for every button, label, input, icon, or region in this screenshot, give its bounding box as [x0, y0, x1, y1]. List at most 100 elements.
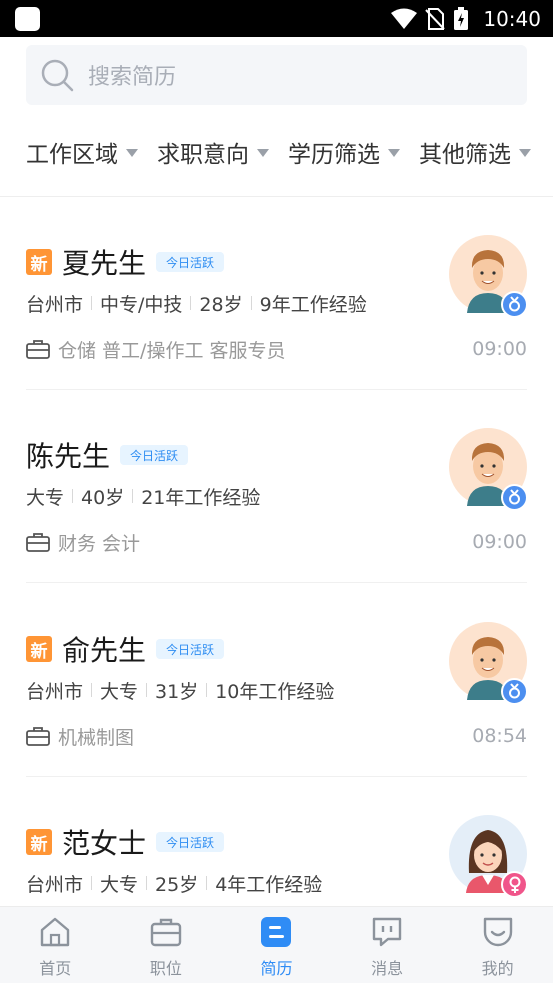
active-time: 08:54 — [472, 725, 527, 747]
tab-home[interactable]: 首页 — [0, 907, 111, 983]
filter-job-intention[interactable]: 求职意向 — [157, 135, 269, 169]
tab-jobs[interactable]: 职位 — [111, 907, 222, 983]
separator — [132, 489, 134, 503]
info-location: 台州市 — [26, 680, 84, 703]
caret-down-icon — [126, 149, 138, 157]
candidate-name: 俞先生 — [62, 634, 147, 667]
briefcase-icon — [150, 918, 182, 947]
search-input[interactable]: 搜索简历 — [26, 45, 527, 105]
job-intention-row: 财务 会计 — [26, 528, 140, 556]
info-location: 台州市 — [26, 873, 84, 896]
tab-resumes[interactable]: 简历 — [221, 907, 332, 983]
filter-label: 其他筛选 — [419, 142, 511, 168]
active-time: 09:00 — [472, 531, 527, 553]
male-icon — [501, 291, 528, 318]
separator — [91, 683, 93, 697]
separator — [206, 876, 208, 890]
status-time: 10:40 — [483, 7, 541, 31]
separator — [91, 296, 93, 310]
caret-down-icon — [257, 149, 269, 157]
caret-down-icon — [519, 149, 531, 157]
bottom-tab-bar: 首页 职位 简历 消息 我的 — [0, 906, 553, 983]
new-badge: 新 — [26, 636, 52, 662]
tab-profile[interactable]: 我的 — [442, 907, 553, 983]
tab-label: 职位 — [149, 959, 182, 978]
candidate-info: 台州市 大专 31岁 10年工作经验 — [26, 676, 334, 704]
candidate-name: 夏先生 — [62, 247, 147, 280]
job-intention-text: 机械制图 — [58, 726, 135, 749]
name-row: 新 夏先生 今日活跃 — [26, 244, 225, 280]
briefcase-icon — [26, 533, 50, 552]
info-education: 大专 — [100, 680, 139, 703]
filter-bar: 工作区域 求职意向 学历筛选 其他筛选 — [26, 130, 531, 174]
info-experience: 4年工作经验 — [215, 873, 323, 896]
divider — [26, 582, 527, 583]
tab-label: 简历 — [260, 959, 293, 978]
active-today-tag: 今日活跃 — [156, 832, 225, 852]
info-experience: 10年工作经验 — [215, 680, 335, 703]
name-row: 新 俞先生 今日活跃 — [26, 631, 225, 667]
profile-icon — [483, 917, 512, 947]
info-education: 大专 — [100, 873, 139, 896]
no-sim-icon — [425, 8, 446, 30]
name-row: 陈先生 今日活跃 — [26, 437, 189, 473]
tab-label: 消息 — [371, 959, 404, 978]
job-intention-text: 仓储 普工/操作工 客服专员 — [58, 339, 286, 362]
resume-icon — [261, 917, 292, 947]
separator — [190, 296, 192, 310]
candidate-name: 范女士 — [62, 827, 147, 860]
home-icon — [41, 917, 70, 947]
active-today-tag: 今日活跃 — [120, 445, 189, 465]
battery-charging-icon — [454, 7, 469, 30]
filter-education[interactable]: 学历筛选 — [288, 135, 400, 169]
info-age: 25岁 — [155, 873, 199, 896]
filter-label: 学历筛选 — [288, 142, 380, 168]
briefcase-icon — [26, 340, 50, 359]
separator — [72, 489, 74, 503]
candidate-info: 大专 40岁 21年工作经验 — [26, 482, 260, 510]
separator — [91, 876, 93, 890]
job-intention-row: 机械制图 — [26, 722, 134, 750]
candidate-card[interactable]: 陈先生 今日活跃 大专 40岁 21年工作经验 财务 会计 09:00 — [26, 390, 528, 583]
tab-label: 首页 — [39, 959, 72, 978]
filter-label: 求职意向 — [157, 142, 249, 168]
status-bar: 10:40 — [0, 0, 553, 37]
filter-label: 工作区域 — [26, 142, 118, 168]
filter-work-area[interactable]: 工作区域 — [26, 135, 138, 169]
separator — [146, 876, 148, 890]
caret-down-icon — [388, 149, 400, 157]
info-education: 大专 — [26, 486, 65, 509]
info-age: 28岁 — [199, 293, 243, 316]
info-experience: 9年工作经验 — [259, 293, 367, 316]
info-location: 台州市 — [26, 293, 84, 316]
candidate-info: 台州市 中专/中技 28岁 9年工作经验 — [26, 289, 367, 317]
status-icons: 10:40 — [391, 4, 541, 34]
new-badge: 新 — [26, 249, 52, 275]
tab-messages[interactable]: 消息 — [332, 907, 443, 983]
briefcase-icon — [26, 727, 50, 746]
job-intention-text: 财务 会计 — [58, 532, 141, 555]
search-placeholder: 搜索简历 — [88, 65, 177, 90]
filter-other[interactable]: 其他筛选 — [419, 135, 531, 169]
candidate-card[interactable]: 新 夏先生 今日活跃 台州市 中专/中技 28岁 9年工作经验 仓储 普工/操作… — [26, 197, 528, 390]
candidate-name: 陈先生 — [26, 440, 111, 473]
separator — [250, 296, 252, 310]
separator — [146, 683, 148, 697]
separator — [206, 683, 208, 697]
message-icon — [372, 917, 402, 947]
info-experience: 21年工作经验 — [141, 486, 261, 509]
candidate-info: 台州市 大专 25岁 4年工作经验 — [26, 869, 322, 897]
female-icon — [501, 871, 528, 898]
male-icon — [501, 484, 528, 511]
tab-label: 我的 — [481, 959, 514, 978]
info-age: 40岁 — [81, 486, 125, 509]
search-icon — [41, 59, 74, 92]
new-badge: 新 — [26, 829, 52, 855]
candidate-card[interactable]: 新 俞先生 今日活跃 台州市 大专 31岁 10年工作经验 机械制图 08:54 — [26, 584, 528, 777]
active-time: 09:00 — [472, 338, 527, 360]
active-today-tag: 今日活跃 — [156, 639, 225, 659]
info-age: 31岁 — [155, 680, 199, 703]
app-notification-icon — [15, 7, 40, 31]
male-icon — [501, 678, 528, 705]
name-row: 新 范女士 今日活跃 — [26, 824, 225, 860]
